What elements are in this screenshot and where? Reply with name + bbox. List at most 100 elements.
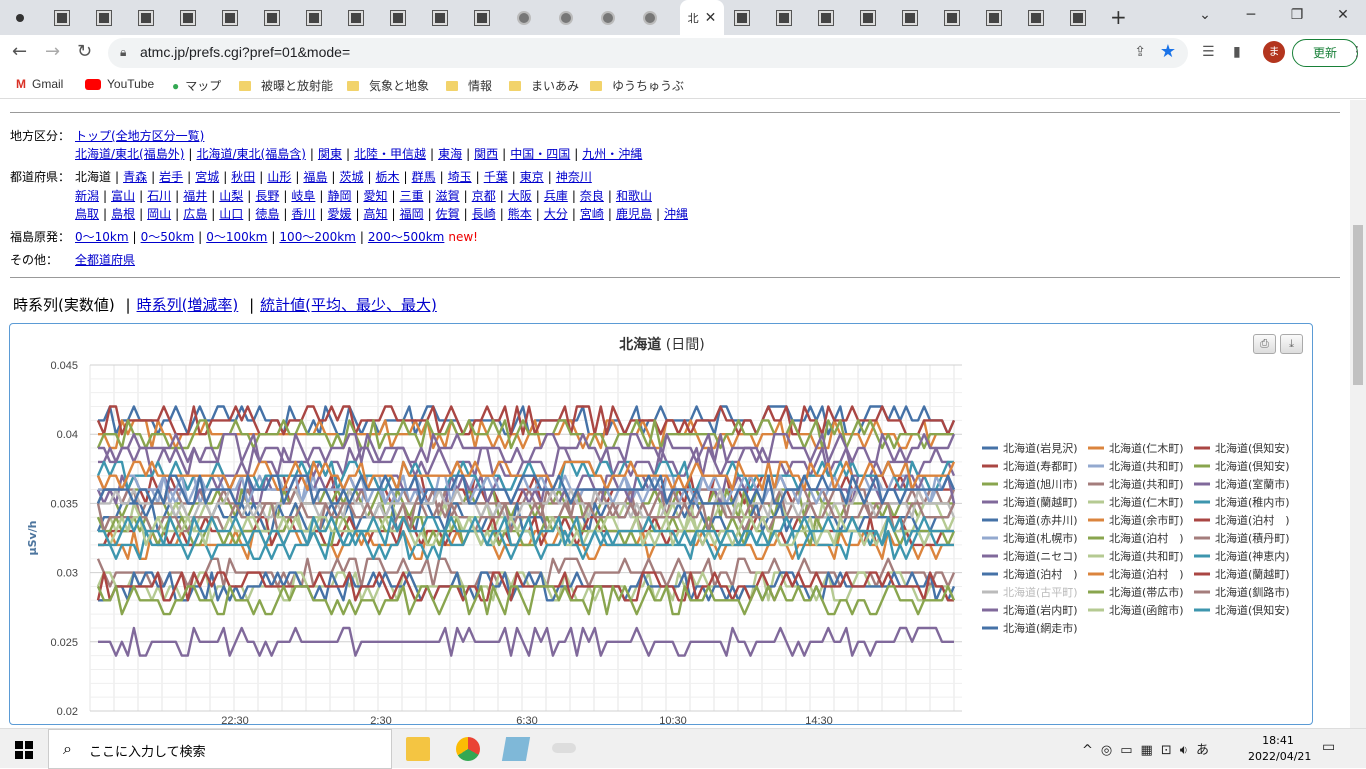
new-tab-button[interactable]: + bbox=[1110, 5, 1127, 29]
bookmark-maps[interactable]: ● マップ bbox=[172, 77, 221, 94]
nav-link[interactable]: 広島 bbox=[183, 207, 207, 221]
nav-link[interactable]: 滋賀 bbox=[436, 189, 460, 203]
nav-link[interactable]: 青森 bbox=[123, 170, 147, 184]
nav-link[interactable]: 大分 bbox=[544, 207, 568, 221]
forward-icon[interactable]: → bbox=[45, 41, 60, 62]
nav-link[interactable]: 福島 bbox=[303, 170, 327, 184]
nav-link[interactable]: 富山 bbox=[111, 189, 135, 203]
close-tab-icon[interactable]: ✕ bbox=[705, 10, 717, 26]
bookmark-youtube[interactable]: YouTube bbox=[85, 77, 154, 91]
nav-link[interactable]: 東海 bbox=[438, 147, 462, 161]
nav-link[interactable]: 200〜500km bbox=[368, 230, 444, 244]
nav-link[interactable]: 愛媛 bbox=[327, 207, 351, 221]
browser-tab[interactable] bbox=[722, 0, 762, 35]
bookmark-folder-4[interactable]: まいあみ bbox=[509, 77, 579, 94]
browser-tab[interactable] bbox=[588, 0, 628, 35]
nav-link[interactable]: 宮城 bbox=[195, 170, 219, 184]
nav-link[interactable]: 鹿児島 bbox=[616, 207, 652, 221]
tab-search-icon[interactable]: ⌄ bbox=[1182, 0, 1228, 35]
taskbar-clock[interactable]: 18:41 2022/04/21 bbox=[1248, 733, 1311, 765]
nav-link[interactable]: 北海道/東北(福島含) bbox=[196, 147, 305, 161]
battery-icon[interactable]: ▭ bbox=[1120, 743, 1140, 758]
browser-tab[interactable] bbox=[546, 0, 586, 35]
browser-tab[interactable] bbox=[252, 0, 292, 35]
nav-link[interactable]: 福井 bbox=[183, 189, 207, 203]
app-icon[interactable] bbox=[501, 737, 531, 761]
lock-icon[interactable]: 🔒︎ bbox=[120, 45, 126, 60]
browser-tab[interactable] bbox=[0, 0, 40, 35]
view-tab-stats[interactable]: 統計値(平均、最少、最大) bbox=[260, 296, 437, 314]
nav-link[interactable]: 北海道/東北(福島外) bbox=[75, 147, 184, 161]
notification-icon[interactable]: ▭ bbox=[1322, 739, 1335, 755]
nav-link[interactable]: 関西 bbox=[474, 147, 498, 161]
meet-icon[interactable]: ◎ bbox=[1101, 743, 1120, 758]
nav-link[interactable]: 石川 bbox=[147, 189, 171, 203]
airplane-icon[interactable] bbox=[552, 743, 576, 753]
restore-icon[interactable]: ❐ bbox=[1274, 0, 1320, 35]
nav-link[interactable]: 奈良 bbox=[580, 189, 604, 203]
profile-avatar[interactable]: ま bbox=[1263, 41, 1285, 63]
browser-tab[interactable] bbox=[378, 0, 418, 35]
browser-tab[interactable] bbox=[1058, 0, 1098, 35]
nav-link[interactable]: 茨城 bbox=[339, 170, 363, 184]
browser-tab[interactable] bbox=[126, 0, 166, 35]
address-bar[interactable]: 🔒︎ atmc.jp/prefs.cgi?pref=01&mode= ⇪ ★ bbox=[108, 38, 1188, 68]
nav-link[interactable]: 大阪 bbox=[508, 189, 532, 203]
nav-link[interactable]: 群馬 bbox=[412, 170, 436, 184]
nav-link[interactable]: 岡山 bbox=[147, 207, 171, 221]
nav-link[interactable]: 神奈川 bbox=[556, 170, 592, 184]
update-button[interactable]: 更新 bbox=[1292, 39, 1358, 67]
nav-link[interactable]: 関東 bbox=[318, 147, 342, 161]
browser-tab[interactable] bbox=[630, 0, 670, 35]
volume-icon[interactable]: 🔉︎ bbox=[1180, 743, 1196, 758]
bookmark-folder-1[interactable]: 被曝と放射能 bbox=[239, 77, 333, 94]
nav-link[interactable]: 中国・四国 bbox=[510, 147, 570, 161]
browser-tab[interactable] bbox=[168, 0, 208, 35]
nav-link[interactable]: 長野 bbox=[255, 189, 279, 203]
scroll-thumb[interactable] bbox=[1353, 225, 1363, 385]
browser-tab[interactable] bbox=[848, 0, 888, 35]
taskbar-search[interactable]: ⌕ ここに入力して検索 bbox=[48, 729, 392, 769]
file-explorer-icon[interactable] bbox=[406, 737, 430, 761]
back-icon[interactable]: ← bbox=[12, 41, 27, 62]
browser-tab[interactable] bbox=[84, 0, 124, 35]
nav-link[interactable]: 和歌山 bbox=[616, 189, 652, 203]
side-panel-icon[interactable]: ▮ bbox=[1233, 44, 1241, 60]
browser-tab[interactable] bbox=[1016, 0, 1056, 35]
browser-tab[interactable] bbox=[806, 0, 846, 35]
browser-tab[interactable] bbox=[932, 0, 972, 35]
nav-link[interactable]: 三重 bbox=[400, 189, 424, 203]
nav-link[interactable]: 沖縄 bbox=[664, 207, 688, 221]
nav-link[interactable]: 0〜50km bbox=[141, 230, 195, 244]
region-top-link[interactable]: トップ(全地方区分一覧) bbox=[75, 129, 204, 143]
browser-tab[interactable] bbox=[42, 0, 82, 35]
close-window-icon[interactable]: ✕ bbox=[1320, 0, 1366, 35]
browser-tab[interactable] bbox=[294, 0, 334, 35]
menu-icon[interactable]: ⋮ bbox=[1350, 44, 1364, 60]
reading-list-icon[interactable]: ☰ bbox=[1202, 44, 1215, 60]
windows-start-icon[interactable] bbox=[15, 741, 33, 759]
nav-link[interactable]: 京都 bbox=[472, 189, 496, 203]
browser-tab[interactable] bbox=[764, 0, 804, 35]
nav-link[interactable]: 秋田 bbox=[231, 170, 255, 184]
browser-tab[interactable] bbox=[336, 0, 376, 35]
nav-link[interactable]: 栃木 bbox=[376, 170, 400, 184]
nav-link[interactable]: 北陸・甲信越 bbox=[354, 147, 426, 161]
nav-link[interactable]: 埼玉 bbox=[448, 170, 472, 184]
browser-tab[interactable] bbox=[210, 0, 250, 35]
nav-link[interactable]: 高知 bbox=[364, 207, 388, 221]
nav-link[interactable]: 香川 bbox=[291, 207, 315, 221]
bookmark-gmail[interactable]: M Gmail bbox=[16, 77, 63, 91]
browser-tab[interactable] bbox=[974, 0, 1014, 35]
nav-link[interactable]: 岐阜 bbox=[291, 189, 315, 203]
bookmark-star-icon[interactable]: ★ bbox=[1160, 41, 1176, 62]
browser-tab[interactable] bbox=[504, 0, 544, 35]
url-text[interactable]: atmc.jp/prefs.cgi?pref=01&mode= bbox=[140, 44, 350, 60]
share-icon[interactable]: ⇪ bbox=[1134, 44, 1146, 60]
minimize-icon[interactable]: ─ bbox=[1228, 0, 1274, 35]
nav-link[interactable]: 兵庫 bbox=[544, 189, 568, 203]
nav-link[interactable]: 徳島 bbox=[255, 207, 279, 221]
ime-indicator[interactable]: あ bbox=[1196, 743, 1217, 758]
nav-link[interactable]: 宮崎 bbox=[580, 207, 604, 221]
nav-link[interactable]: 新潟 bbox=[75, 189, 99, 203]
